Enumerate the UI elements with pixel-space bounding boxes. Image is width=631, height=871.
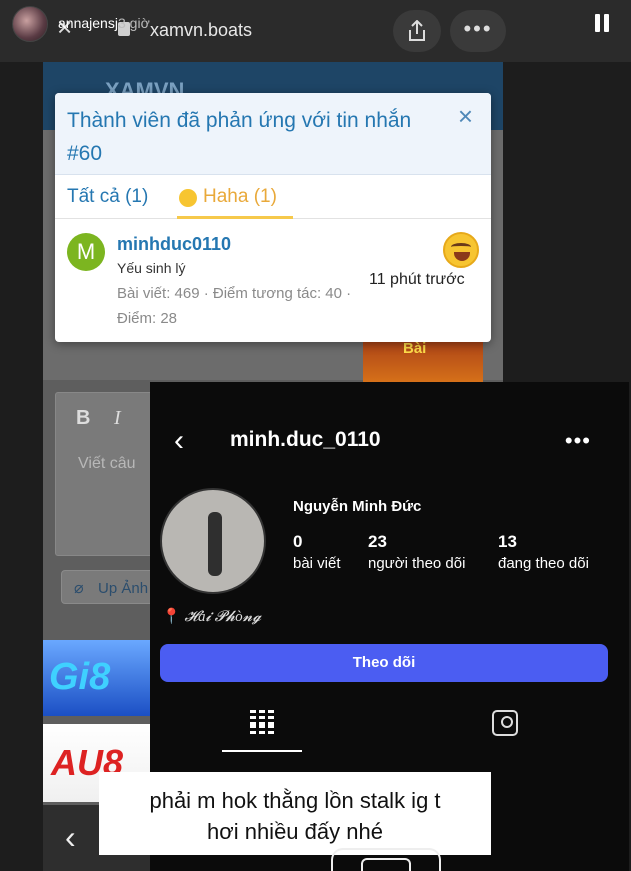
posts-count: 0 bài viết [293, 532, 341, 572]
follow-button[interactable]: Theo dõi [160, 644, 608, 682]
chevron-left-icon[interactable]: ‹ [65, 819, 76, 856]
game-ad-text: Bài [403, 340, 427, 357]
modal-header: Thành viên đã phản ứng với tin nhắn #60 … [55, 93, 491, 175]
tab-posts-grid[interactable] [222, 694, 302, 752]
profile-username: minh.duc_0110 [230, 428, 381, 451]
story-header: annajensj 3 giờ [0, 0, 631, 56]
member-stats: Bài viết: 469 · Điểm tương tác: 40 · Điể… [117, 285, 352, 327]
followers-count[interactable]: 23 người theo dõi [368, 532, 465, 572]
location-text: 𝓗ả𝓲 𝓟𝓱ò𝓷𝓰 [184, 609, 262, 625]
member-name-link[interactable]: minhduc0110 [117, 234, 231, 255]
profile-location: 📍 𝓗ả𝓲 𝓟𝓱ò𝓷𝓰 [162, 607, 261, 626]
pause-icon[interactable] [595, 14, 609, 32]
paperclip-icon: ⌀ [74, 580, 84, 597]
laughing-emoji-icon [179, 189, 197, 207]
following-count-label: đang theo dõi [498, 555, 589, 572]
story-timestamp: 3 giờ [118, 15, 150, 31]
location-pin-icon: 📍 [162, 609, 181, 625]
back-arrow-icon[interactable]: ‹ [174, 424, 184, 458]
tab-all[interactable]: Tất cả (1) [67, 186, 148, 208]
editor-placeholder[interactable]: Viết câu [78, 455, 136, 473]
home-tab-icon[interactable] [331, 848, 441, 871]
posts-count-label: bài viết [293, 555, 341, 572]
member-title: Yếu sinh lý [117, 260, 186, 276]
upload-image-label: Up Ảnh [98, 580, 149, 597]
followers-count-label: người theo dõi [368, 555, 466, 572]
caption-line-1: phải m hok thằng lồn stalk ig t [149, 788, 441, 813]
caption-text: phải m hok thằng lồn stalk ig t hơi nhiề… [99, 785, 491, 847]
posts-count-value: 0 [293, 532, 303, 551]
reactions-modal: Thành viên đã phản ứng với tin nhắn #60 … [55, 93, 491, 342]
story-username[interactable]: annajensj [58, 15, 118, 31]
laughing-tears-icon [443, 232, 479, 268]
more-options-icon[interactable]: ••• [565, 428, 591, 454]
followers-count-value: 23 [368, 532, 387, 551]
close-icon[interactable]: × [458, 101, 473, 132]
following-count-value: 13 [498, 532, 517, 551]
modal-title: Thành viên đã phản ứng với tin nhắn #60 [67, 109, 412, 165]
reaction-timestamp: 11 phút trước [369, 271, 465, 288]
profile-full-name: Nguyễn Minh Đức [293, 498, 422, 515]
gi8-ad-banner[interactable]: Gi8 [43, 640, 153, 716]
avatar[interactable] [12, 6, 48, 42]
tagged-user-icon[interactable] [492, 710, 518, 736]
grid-icon [250, 710, 274, 734]
avatar[interactable]: M [67, 233, 105, 271]
tab-haha-label: Haha (1) [203, 186, 277, 207]
italic-button[interactable]: I [114, 407, 121, 430]
avatar[interactable] [160, 488, 266, 594]
caption-line-2: hơi nhiều đấy nhé [207, 819, 383, 844]
following-count[interactable]: 13 đang theo dõi [498, 532, 589, 572]
bold-button[interactable]: B [76, 407, 90, 430]
reaction-tabs: Tất cả (1) Haha (1) [55, 175, 491, 219]
gi8-ad-text: Gi8 [49, 656, 111, 698]
tab-haha[interactable]: Haha (1) [177, 175, 293, 219]
story-caption: phải m hok thằng lồn stalk ig t hơi nhiề… [99, 772, 491, 855]
